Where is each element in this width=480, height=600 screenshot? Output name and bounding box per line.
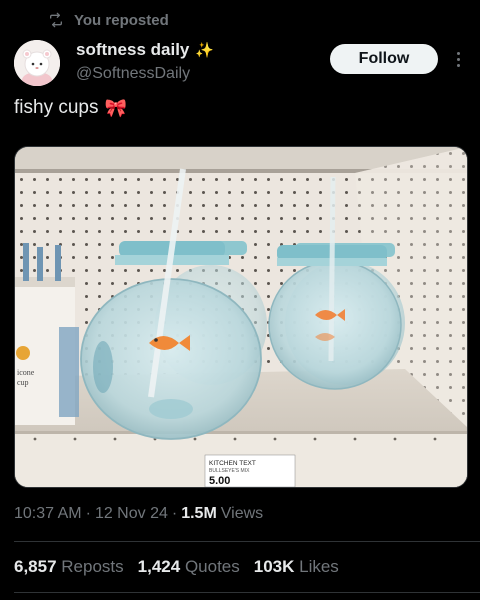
avatar-image bbox=[14, 40, 60, 86]
bow-icon: 🎀 bbox=[104, 97, 127, 118]
divider bbox=[14, 592, 480, 593]
author-block[interactable]: softness daily ✨ @SoftnessDaily bbox=[76, 40, 214, 83]
views-count: 1.5M bbox=[181, 505, 217, 522]
author-name[interactable]: softness daily ✨ bbox=[76, 40, 214, 60]
quotes-count: 1,424 bbox=[137, 557, 181, 576]
reposts-count: 6,857 bbox=[14, 557, 57, 576]
engagement-stats: 6,857 Reposts 1,424 Quotes 103K Likes bbox=[14, 557, 339, 577]
tweet-meta: 10:37 AM · 12 Nov 24 · 1.5M Views bbox=[14, 505, 263, 523]
box-label-line2: cup bbox=[17, 378, 29, 387]
reposts-stat[interactable]: 6,857 Reposts bbox=[14, 557, 124, 577]
repost-label: You reposted bbox=[74, 11, 169, 29]
author-display-name: softness daily bbox=[76, 40, 190, 59]
tweet-text: fishy cups 🎀 bbox=[14, 97, 127, 119]
tweet-body: fishy cups bbox=[14, 97, 99, 118]
tweet-date[interactable]: 12 Nov 24 bbox=[95, 505, 168, 523]
price-label: 5.00 bbox=[209, 475, 230, 487]
avatar[interactable] bbox=[14, 40, 60, 86]
reposts-label: Reposts bbox=[61, 557, 124, 576]
likes-count: 103K bbox=[253, 557, 295, 576]
quotes-stat[interactable]: 1,424 Quotes bbox=[138, 557, 240, 577]
repost-indicator: You reposted bbox=[48, 10, 169, 30]
box-label-line1: icone bbox=[17, 368, 35, 377]
tweet-photo[interactable]: icone cup KITCHEN TEXT BULLSEYE'S MIX 5.… bbox=[14, 146, 468, 488]
views-label: Views bbox=[220, 505, 264, 522]
divider bbox=[14, 541, 480, 542]
more-options-icon[interactable] bbox=[450, 46, 466, 72]
tag-subtitle: BULLSEYE'S MIX bbox=[209, 468, 250, 474]
author-handle[interactable]: @SoftnessDaily bbox=[76, 65, 214, 83]
tag-title: KITCHEN TEXT bbox=[209, 460, 256, 467]
tweet-time[interactable]: 10:37 AM bbox=[14, 505, 82, 523]
quotes-label: Quotes bbox=[184, 557, 240, 576]
likes-label: Likes bbox=[299, 557, 339, 576]
likes-stat[interactable]: 103K Likes bbox=[254, 557, 339, 577]
repost-icon bbox=[50, 12, 62, 28]
sparkles-icon: ✨ bbox=[195, 42, 215, 59]
meta-separator: · bbox=[171, 505, 178, 522]
meta-separator: · bbox=[85, 505, 91, 522]
follow-button[interactable]: Follow bbox=[330, 44, 438, 74]
fish-cups-photo: icone cup KITCHEN TEXT BULLSEYE'S MIX 5.… bbox=[15, 147, 467, 487]
